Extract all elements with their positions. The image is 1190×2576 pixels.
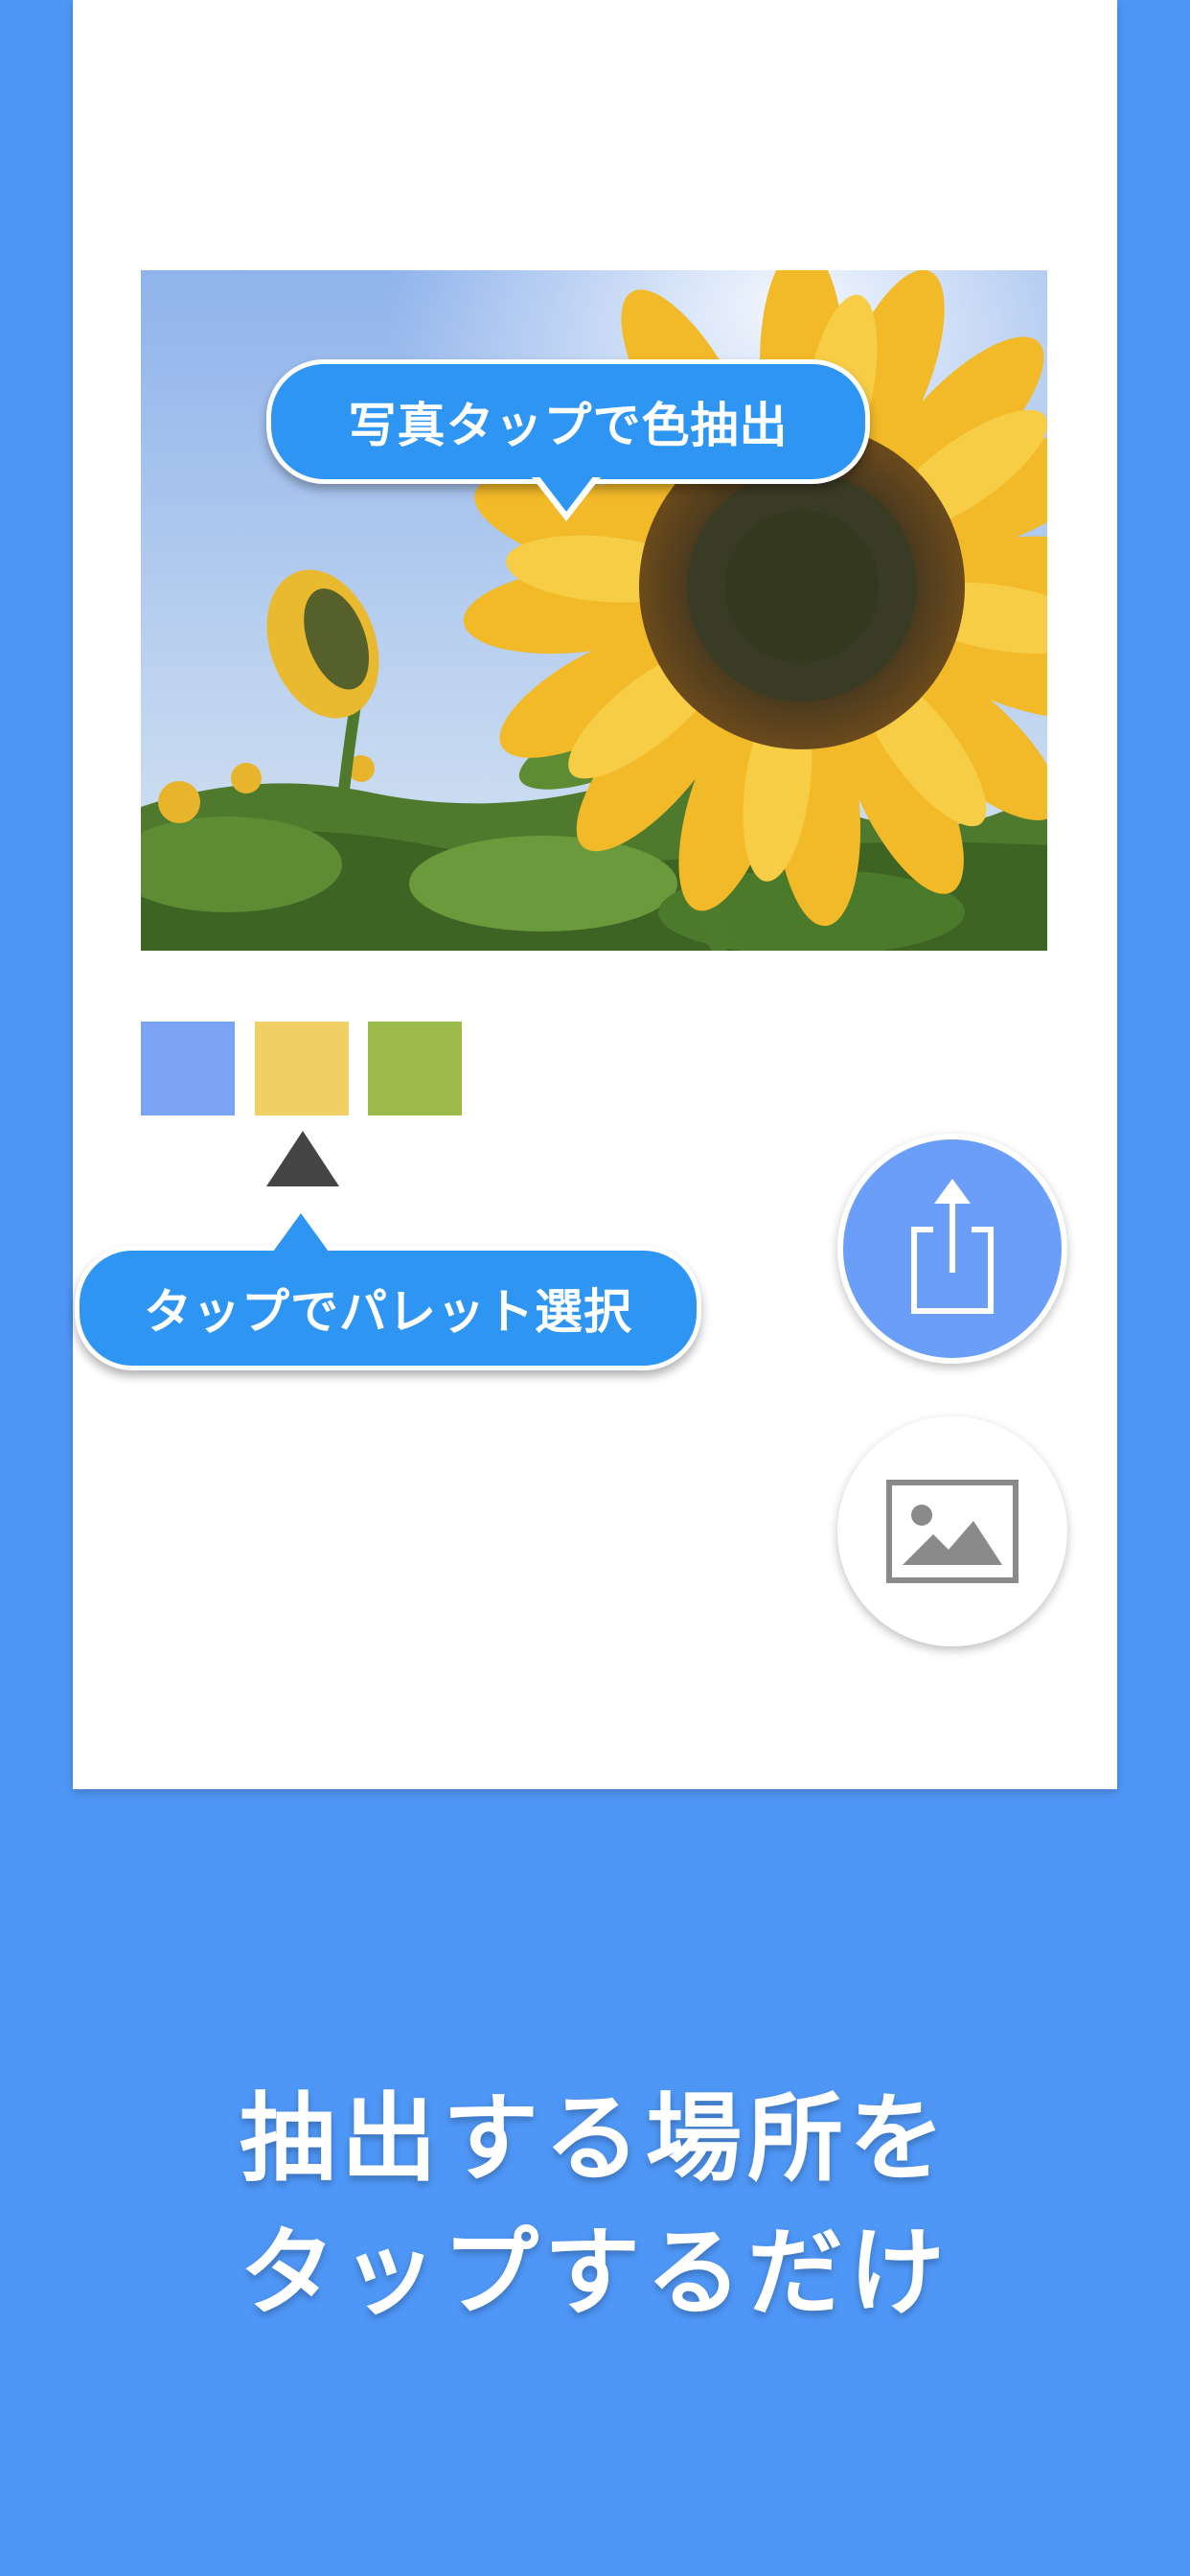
palette-select-hint-bubble: タップでパレット選択 bbox=[75, 1246, 701, 1370]
photo-tap-hint-text: 写真タップで色抽出 bbox=[348, 398, 789, 453]
caption-line-1: 抽出する場所を bbox=[240, 2082, 950, 2195]
palette-swatch-1[interactable] bbox=[141, 1022, 235, 1116]
palette-swatch-3[interactable] bbox=[368, 1022, 462, 1116]
palette-hint-tail-fill bbox=[273, 1213, 329, 1252]
palette-swatch-2[interactable] bbox=[255, 1022, 349, 1116]
image-picker-button[interactable] bbox=[837, 1416, 1067, 1646]
image-icon bbox=[886, 1480, 1018, 1583]
caption-line-2: タップするだけ bbox=[240, 2217, 950, 2329]
share-icon bbox=[911, 1179, 994, 1314]
palette-selection-pointer-icon bbox=[266, 1131, 339, 1186]
photo-tap-hint-tail-fill bbox=[538, 475, 594, 512]
photo-tap-hint-bubble: 写真タップで色抽出 bbox=[266, 359, 870, 484]
share-button[interactable] bbox=[837, 1134, 1067, 1364]
palette-select-hint-text: タップでパレット選択 bbox=[144, 1284, 632, 1340]
